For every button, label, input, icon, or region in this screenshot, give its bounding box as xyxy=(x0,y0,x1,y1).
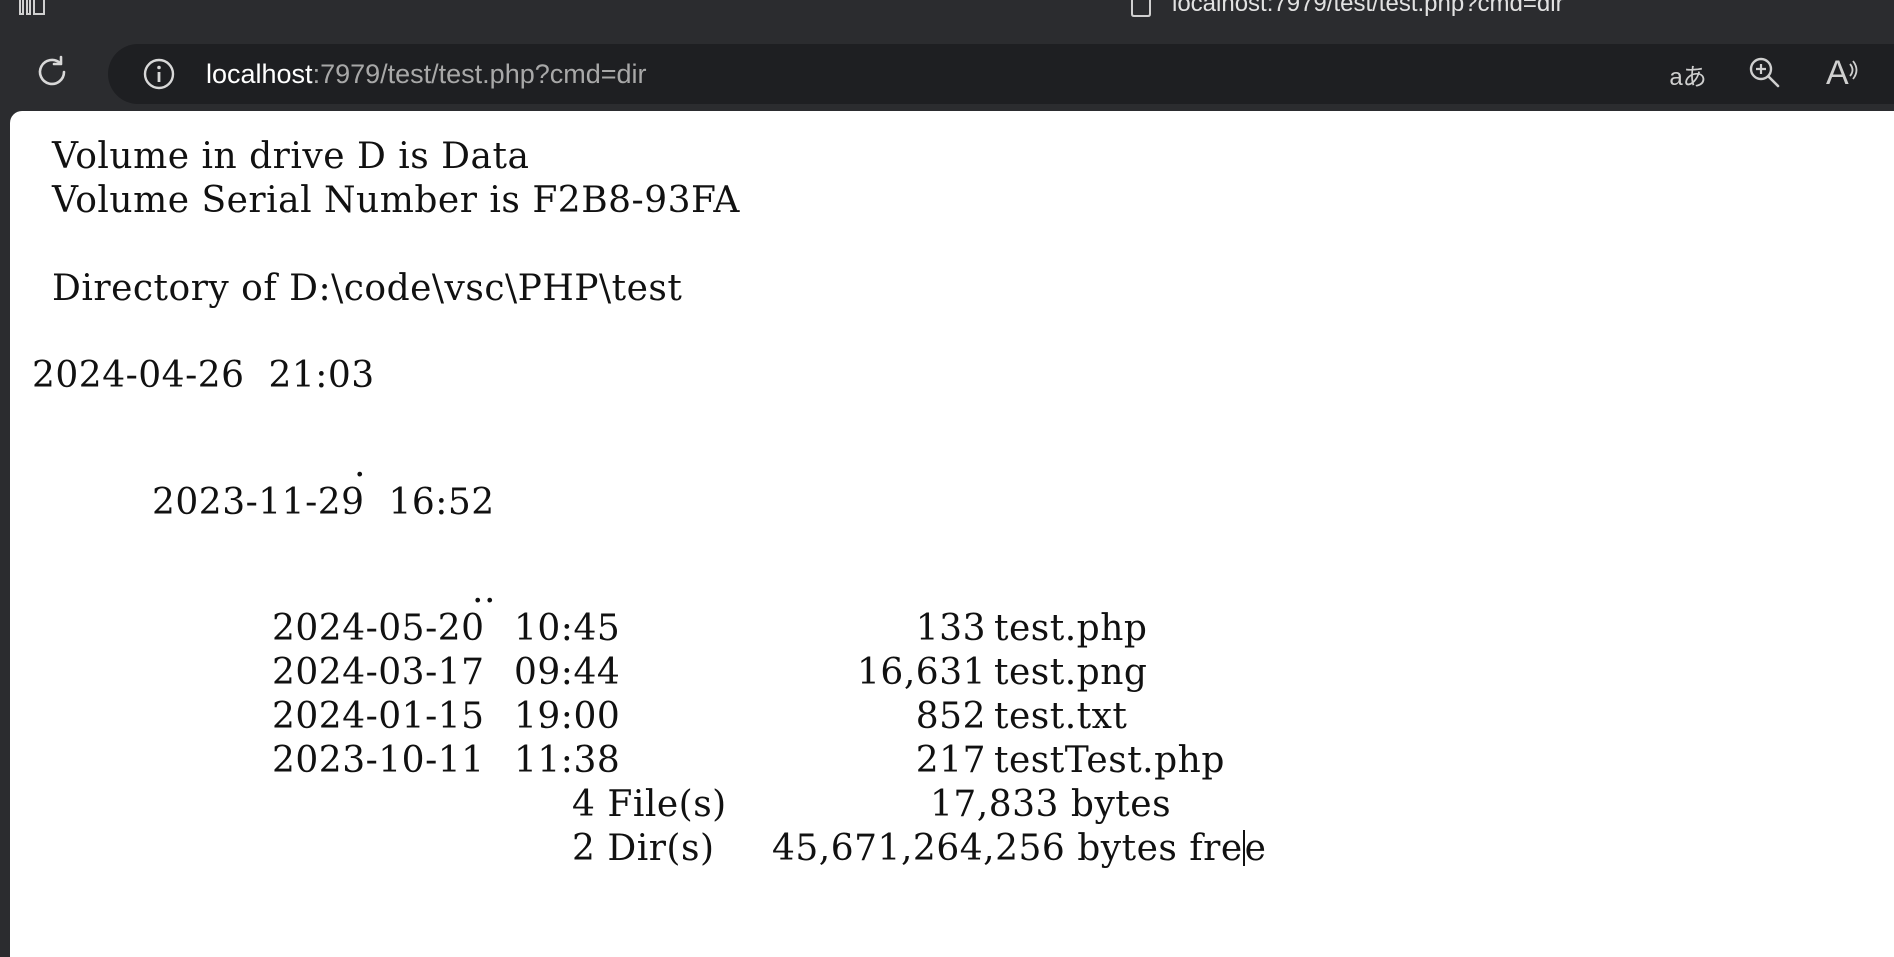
browser-toolbar: localhost:7979/test/test.php?cmd=dir aあ … xyxy=(0,26,1894,111)
read-aloud-icon: A xyxy=(1824,54,1860,92)
file-row-name: test.png xyxy=(994,652,1148,693)
translate-icon: aあ xyxy=(1669,63,1707,91)
file-row-date: 2024-01-15 xyxy=(272,696,485,737)
url-host: localhost xyxy=(206,59,313,89)
summary-dirs-count: 2 Dir(s) xyxy=(572,828,715,869)
file-row-name: testTest.php xyxy=(994,740,1225,781)
reload-icon xyxy=(34,54,70,94)
file-row-name: test.txt xyxy=(994,696,1128,737)
file-row-date: 2024-03-17 xyxy=(272,652,485,693)
zoom-in-icon xyxy=(1747,55,1781,93)
summary-files-count: 4 File(s) xyxy=(572,784,727,825)
summary-dirs-bytes: 45,671,264,256 bytes free xyxy=(772,828,1267,869)
file-row-size: 852 xyxy=(915,696,986,737)
file-row-size: 217 xyxy=(915,740,986,781)
file-row-time: 09:44 xyxy=(514,652,621,693)
file-row-name: test.php xyxy=(994,608,1148,649)
directory-line: Directory of D:\code\vsc\PHP\test xyxy=(52,268,683,309)
title-bar: localhost:7979/test/test.php?cmd=dir xyxy=(0,0,1894,26)
volume-line: Volume in drive D is Data xyxy=(52,136,530,177)
read-aloud-button[interactable]: A xyxy=(1822,54,1862,94)
file-row-date: 2023-10-11 xyxy=(272,740,485,781)
summary-files-bytes: 17,833 bytes xyxy=(930,784,1172,825)
entry-dotdot-date: 2023-11-29 16:52 xyxy=(152,482,495,523)
file-row-size: 133 xyxy=(915,608,986,649)
reload-button[interactable] xyxy=(30,52,74,96)
entry-dot-date: 2024-04-26 21:03 xyxy=(32,355,375,396)
site-info-icon[interactable] xyxy=(142,57,176,91)
file-row-size: 16,631 xyxy=(857,652,986,693)
address-bar[interactable]: localhost:7979/test/test.php?cmd=dir aあ … xyxy=(108,44,1894,104)
file-row-time: 11:38 xyxy=(514,740,621,781)
tab-page-icon xyxy=(1128,0,1156,20)
translate-button[interactable]: aあ xyxy=(1668,54,1708,94)
file-row-time: 19:00 xyxy=(514,696,621,737)
tab-actions-icon[interactable] xyxy=(18,0,48,20)
file-row-date: 2024-05-20 xyxy=(272,608,485,649)
serial-line: Volume Serial Number is F2B8-93FA xyxy=(52,180,740,221)
url-path: :7979/test/test.php?cmd=dir xyxy=(312,59,647,89)
url-text[interactable]: localhost:7979/test/test.php?cmd=dir xyxy=(206,57,647,91)
page-content: Volume in drive D is Data Volume Serial … xyxy=(10,111,1894,957)
tab-title[interactable]: localhost:7979/test/test.php?cmd=dir xyxy=(1172,0,1564,18)
file-row-time: 10:45 xyxy=(514,608,621,649)
zoom-button[interactable] xyxy=(1744,54,1784,94)
